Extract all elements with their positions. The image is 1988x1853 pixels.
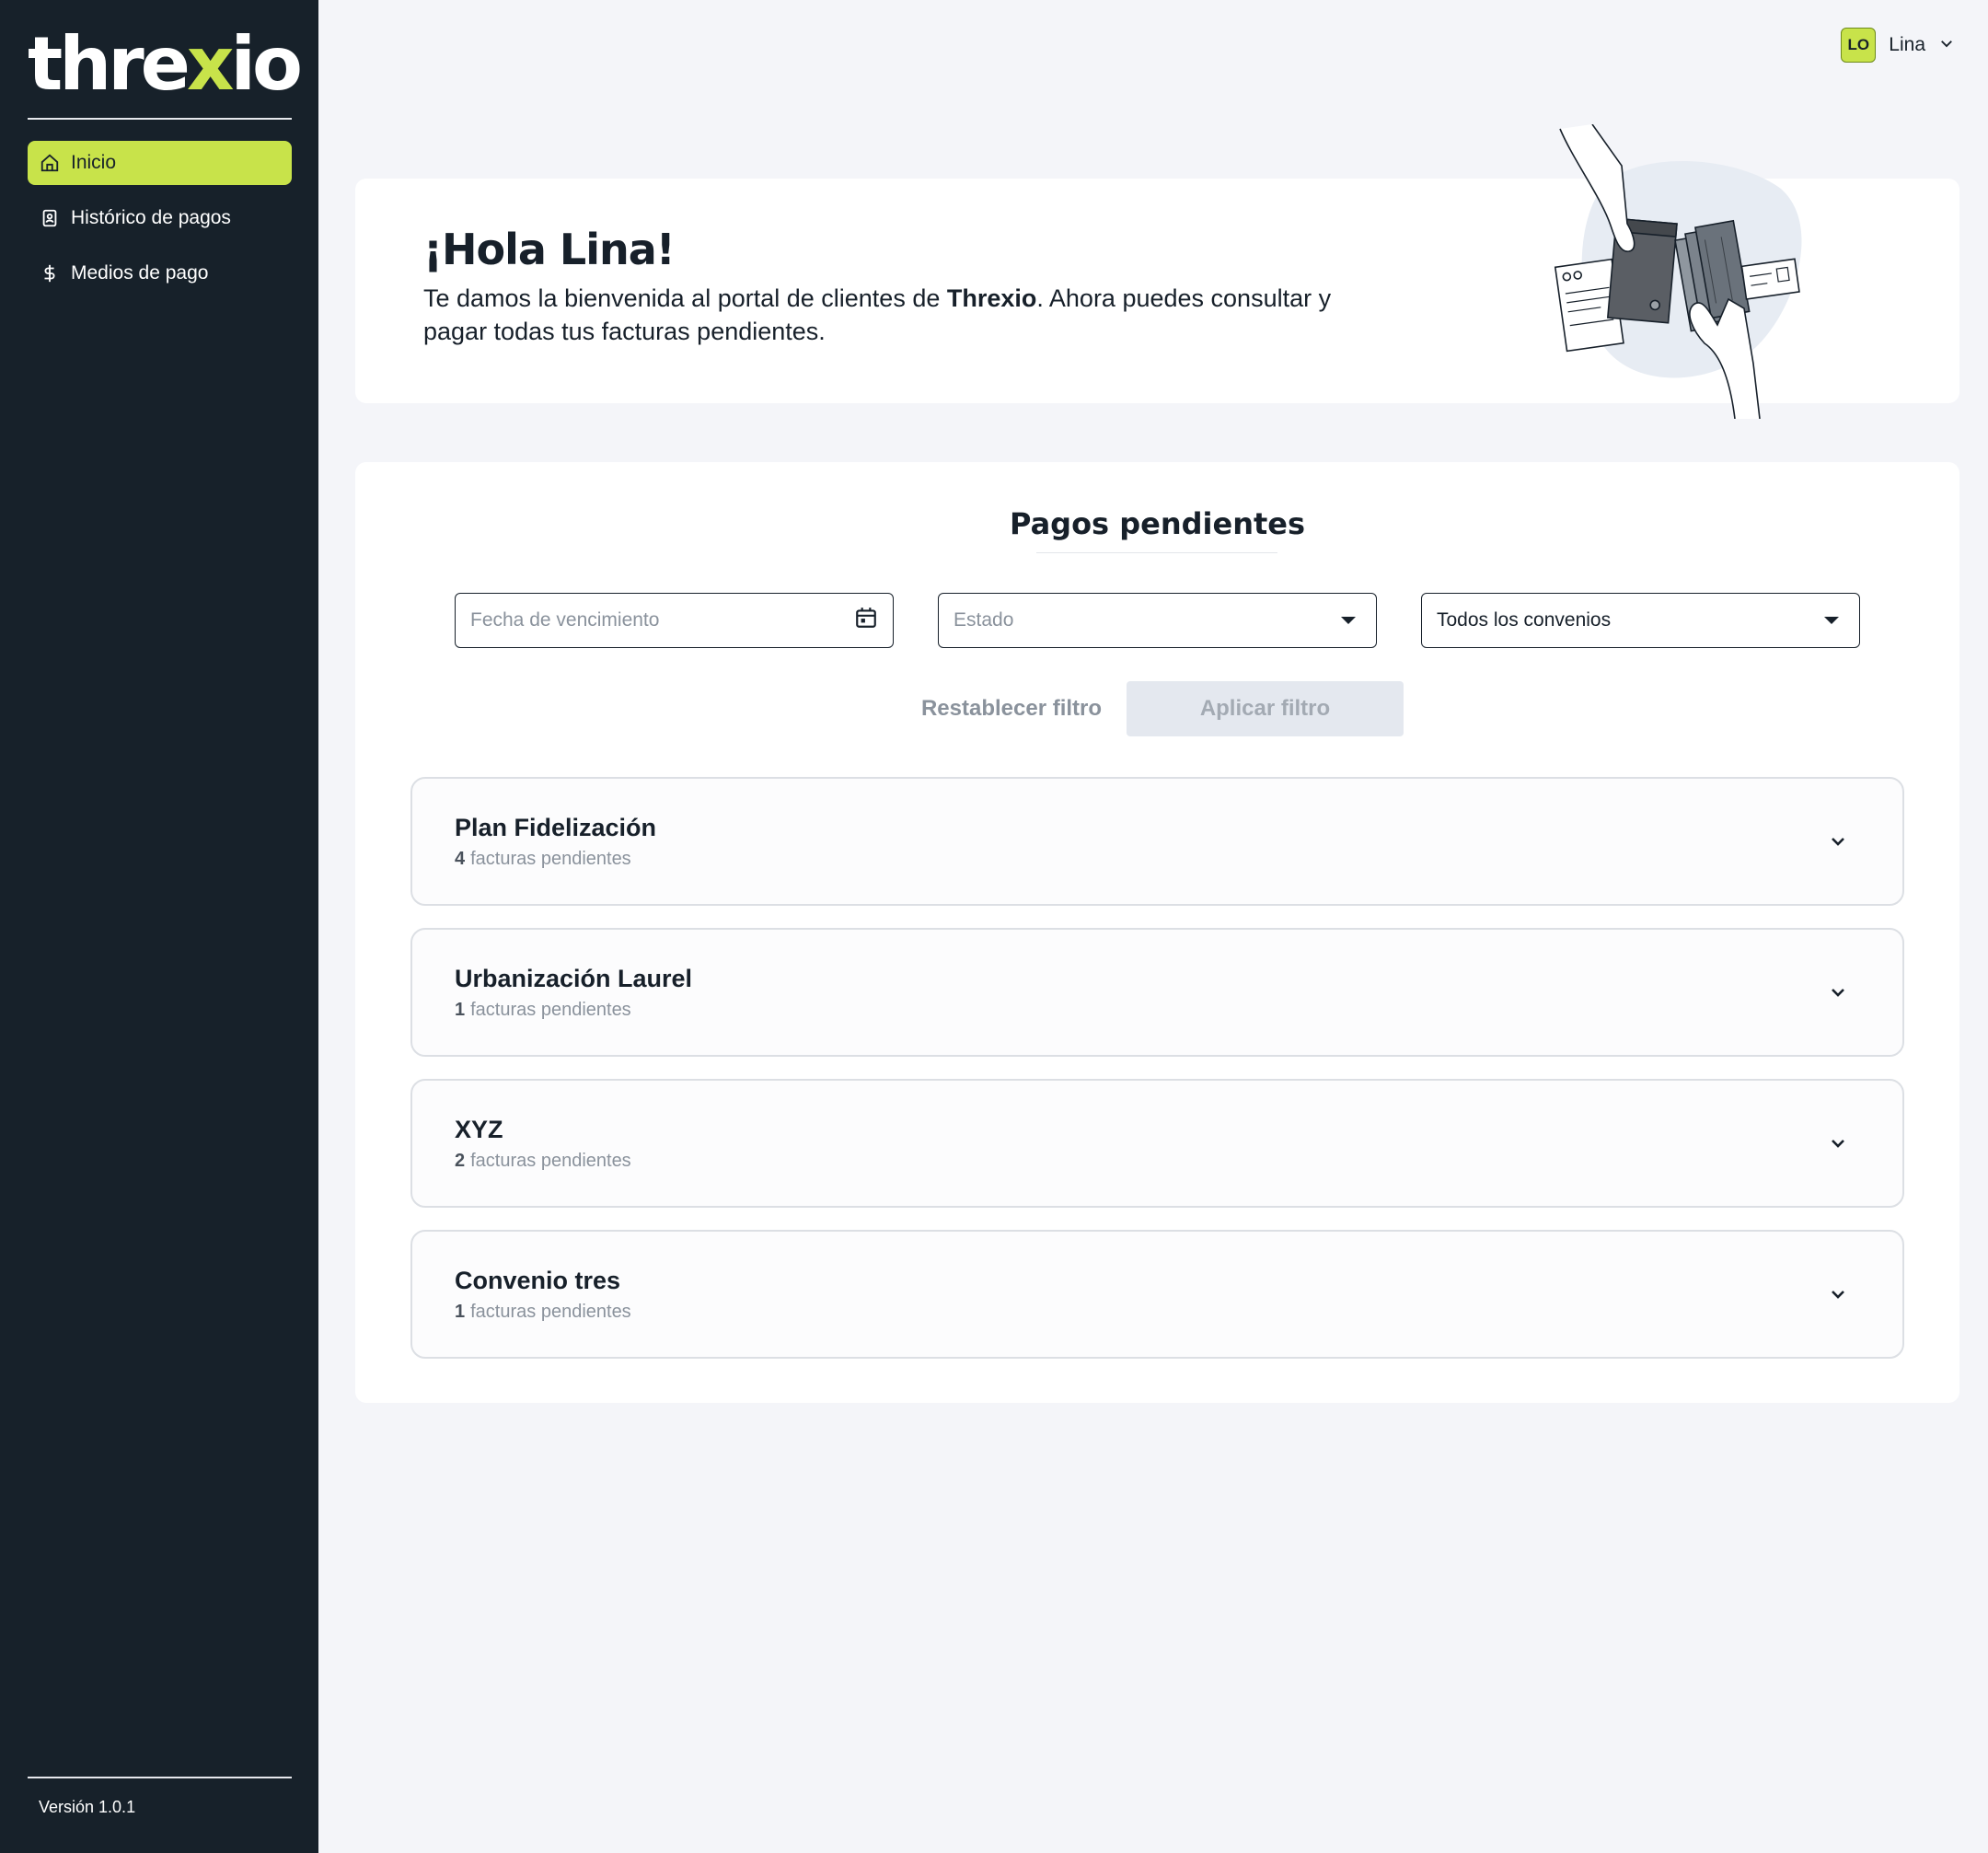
threxio-logo[interactable]: threxio [28, 28, 303, 101]
avatar: LO [1841, 28, 1877, 63]
contact-book-icon [39, 207, 61, 229]
agreement-name: Urbanización Laurel [455, 965, 693, 992]
agreement-accordion[interactable]: Plan Fidelización 4 facturas pendientes [410, 777, 1904, 906]
due-date-field[interactable]: Fecha de vencimiento [455, 593, 894, 648]
agreement-accordion[interactable]: Urbanización Laurel 1 facturas pendientes [410, 928, 1904, 1057]
app-version: Versión 1.0.1 [39, 1798, 136, 1816]
sidebar-bottom-divider [28, 1777, 292, 1778]
reset-filter-button[interactable]: Restablecer filtro [898, 681, 1125, 736]
pending-invoices-count: 2 facturas pendientes [455, 1151, 631, 1171]
pending-payments-title: Pagos pendientes [1009, 506, 1306, 541]
sidebar-item-label: Inicio [71, 152, 117, 173]
sidebar-item-inicio[interactable]: Inicio [28, 141, 292, 185]
home-icon [39, 152, 61, 174]
pending-invoices-count: 4 facturas pendientes [455, 849, 631, 869]
user-name: Lina [1889, 34, 1925, 55]
calendar-icon [854, 606, 878, 635]
apply-filter-button[interactable]: Aplicar filtro [1127, 681, 1404, 736]
sidebar-nav: Inicio Histórico de pagos Medios de pago [28, 141, 292, 307]
agreement-select[interactable]: Todos los convenios [1421, 593, 1860, 648]
agreement-accordion[interactable]: Convenio tres 1 facturas pendientes [410, 1230, 1904, 1359]
welcome-text: Te damos la bienvenida al portal de clie… [423, 284, 1332, 345]
chevron-down-icon [1827, 830, 1849, 852]
chevron-down-icon [1827, 1132, 1849, 1154]
title-underline [1036, 552, 1277, 553]
chevron-down-icon [1827, 1283, 1849, 1305]
sidebar: threxio Inicio Histórico de pagos Medios… [0, 0, 318, 1853]
agreement-name: Convenio tres [455, 1267, 621, 1294]
user-menu[interactable]: LO Lina [1841, 28, 1955, 63]
welcome-brand: Threxio [946, 284, 1037, 312]
pending-invoices-count: 1 facturas pendientes [455, 1000, 631, 1020]
chevron-down-icon [1938, 35, 1955, 56]
sidebar-item-historico[interactable]: Histórico de pagos [28, 196, 292, 240]
pending-invoices-count: 1 facturas pendientes [455, 1302, 631, 1322]
agreement-name: Plan Fidelización [455, 814, 657, 841]
dropdown-caret-icon [1824, 617, 1839, 624]
sidebar-top-divider [28, 118, 292, 120]
sidebar-item-label: Histórico de pagos [71, 207, 231, 228]
agreement-name: XYZ [455, 1116, 503, 1143]
pending-payments-card: Pagos pendientes Fecha de vencimiento Es… [355, 462, 1959, 1403]
sidebar-item-medios[interactable]: Medios de pago [28, 251, 292, 295]
payment-illustration [1546, 123, 1813, 420]
agreement-accordion[interactable]: XYZ 2 facturas pendientes [410, 1079, 1904, 1208]
sidebar-item-label: Medios de pago [71, 262, 209, 284]
welcome-title: ¡Hola Lina! [423, 225, 676, 274]
status-select[interactable]: Estado [938, 593, 1377, 648]
dollar-icon [39, 262, 61, 284]
chevron-down-icon [1827, 981, 1849, 1003]
dropdown-caret-icon [1341, 617, 1356, 624]
